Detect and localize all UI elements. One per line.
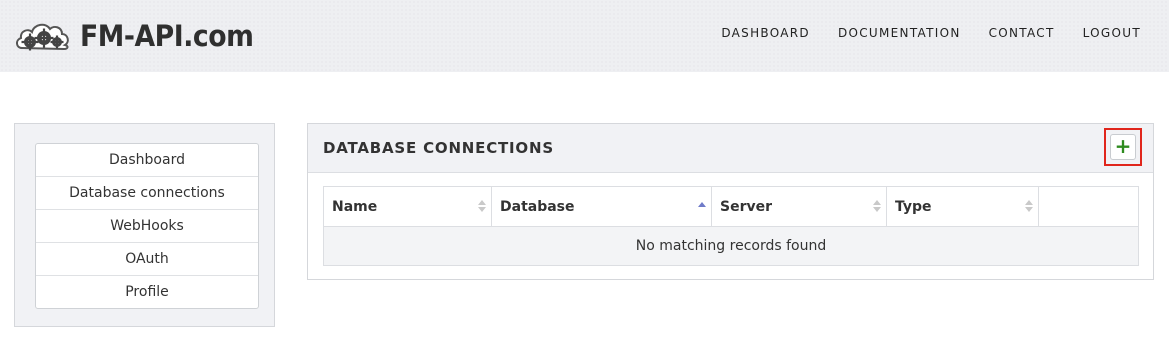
table-header-row: Name Database Server Type bbox=[323, 186, 1139, 227]
top-navbar: FM-API.com DASHBOARD DOCUMENTATION CONTA… bbox=[0, 0, 1169, 72]
add-button-highlight: + bbox=[1104, 128, 1142, 166]
column-header-actions bbox=[1038, 186, 1139, 227]
sidebar-item-webhooks[interactable]: WebHooks bbox=[36, 209, 258, 242]
column-label: Type bbox=[895, 198, 932, 215]
nav-contact[interactable]: CONTACT bbox=[989, 26, 1055, 40]
sidebar-menu: Dashboard Database connections WebHooks … bbox=[35, 143, 259, 309]
sort-ascending-icon bbox=[698, 200, 706, 214]
sidebar-item-profile[interactable]: Profile bbox=[36, 275, 258, 308]
sidebar-item-dashboard[interactable]: Dashboard bbox=[36, 144, 258, 176]
column-header-server[interactable]: Server bbox=[711, 186, 887, 227]
column-label: Name bbox=[332, 198, 378, 215]
brand-name: FM-API.com bbox=[80, 19, 254, 53]
empty-table-message: No matching records found bbox=[323, 226, 1139, 266]
sidebar-item-oauth[interactable]: OAuth bbox=[36, 242, 258, 275]
sort-icon bbox=[873, 200, 881, 214]
column-header-type[interactable]: Type bbox=[886, 186, 1039, 227]
cloud-gears-icon bbox=[16, 23, 69, 51]
table-row: No matching records found bbox=[323, 226, 1139, 266]
column-label: Database bbox=[500, 198, 575, 215]
sidebar: Dashboard Database connections WebHooks … bbox=[14, 123, 275, 327]
column-header-database[interactable]: Database bbox=[491, 186, 712, 227]
sidebar-item-database-connections[interactable]: Database connections bbox=[36, 176, 258, 209]
nav-logout[interactable]: LOGOUT bbox=[1083, 26, 1141, 40]
sort-icon bbox=[478, 200, 486, 214]
nav-documentation[interactable]: DOCUMENTATION bbox=[838, 26, 961, 40]
plus-icon: + bbox=[1114, 134, 1132, 158]
nav-dashboard[interactable]: DASHBOARD bbox=[721, 26, 810, 40]
column-label: Server bbox=[720, 198, 773, 215]
main-nav: DASHBOARD DOCUMENTATION CONTACT LOGOUT bbox=[693, 0, 1141, 66]
panel-header: DATABASE CONNECTIONS + bbox=[308, 124, 1153, 173]
column-header-name[interactable]: Name bbox=[323, 186, 492, 227]
panel-title: DATABASE CONNECTIONS bbox=[323, 139, 554, 157]
add-connection-button[interactable]: + bbox=[1110, 134, 1136, 160]
sort-icon bbox=[1025, 200, 1033, 214]
database-connections-panel: DATABASE CONNECTIONS + Name Database Ser… bbox=[307, 123, 1154, 280]
brand[interactable]: FM-API.com bbox=[14, 14, 269, 58]
connections-table: Name Database Server Type No matching re… bbox=[323, 186, 1139, 266]
